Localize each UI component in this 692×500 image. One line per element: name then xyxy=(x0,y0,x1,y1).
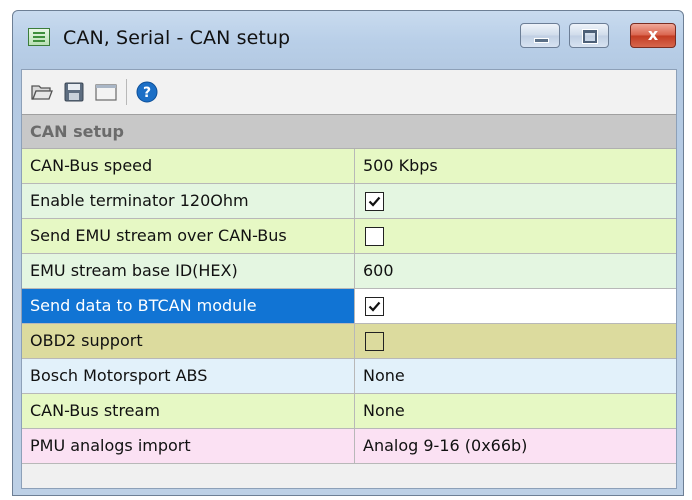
svg-text:?: ? xyxy=(143,85,151,101)
window-icon xyxy=(95,84,117,101)
property-row-emu-base-id[interactable]: EMU stream base ID(HEX) 600 xyxy=(22,254,676,289)
toolbar-separator xyxy=(126,79,127,105)
enable-terminator-checkbox[interactable] xyxy=(365,191,384,211)
save-button[interactable] xyxy=(62,81,86,103)
can-bus-stream-value[interactable]: None xyxy=(355,394,676,428)
property-row-bosch-abs[interactable]: Bosch Motorsport ABS None xyxy=(22,359,676,394)
property-row-can-bus-speed[interactable]: CAN-Bus speed 500 Kbps xyxy=(22,149,676,184)
property-label: OBD2 support xyxy=(22,324,355,358)
property-label: CAN-Bus speed xyxy=(22,149,355,183)
folder-open-icon xyxy=(31,85,53,100)
checkmark-icon xyxy=(368,301,381,312)
property-label-selected: Send data to BTCAN module xyxy=(22,289,355,323)
toolbar: ? xyxy=(22,70,676,114)
bosch-abs-value[interactable]: None xyxy=(355,359,676,393)
property-row-send-btcan[interactable]: Send data to BTCAN module xyxy=(22,289,676,324)
pmu-analogs-value[interactable]: Analog 9-16 (0x66b) xyxy=(355,429,676,463)
property-row-can-bus-stream[interactable]: CAN-Bus stream None xyxy=(22,394,676,429)
property-row-pmu-analogs[interactable]: PMU analogs import Analog 9-16 (0x66b) xyxy=(22,429,676,464)
title-bar[interactable]: CAN, Serial - CAN setup x xyxy=(13,11,683,63)
section-header[interactable]: CAN setup xyxy=(22,115,676,149)
property-label: EMU stream base ID(HEX) xyxy=(22,254,355,288)
property-label: PMU analogs import xyxy=(22,429,355,463)
open-button[interactable] xyxy=(30,81,54,103)
property-grid: CAN setup CAN-Bus speed 500 Kbps Enable … xyxy=(22,114,676,464)
property-value-cell xyxy=(355,184,676,218)
maximize-button[interactable] xyxy=(569,23,609,48)
property-label: Enable terminator 120Ohm xyxy=(22,184,355,218)
property-value-cell xyxy=(355,324,676,358)
maximize-icon xyxy=(582,29,598,44)
property-row-enable-terminator[interactable]: Enable terminator 120Ohm xyxy=(22,184,676,219)
send-btcan-checkbox[interactable] xyxy=(365,296,384,316)
property-row-send-emu-stream[interactable]: Send EMU stream over CAN-Bus xyxy=(22,219,676,254)
property-value-cell xyxy=(355,289,676,323)
send-emu-stream-checkbox[interactable] xyxy=(365,226,384,246)
can-bus-speed-value[interactable]: 500 Kbps xyxy=(355,149,676,183)
emu-base-id-value[interactable]: 600 xyxy=(355,254,676,288)
minimize-icon xyxy=(534,38,549,43)
window-client-area: ? CAN setup CAN-Bus speed 500 Kbps Enabl… xyxy=(21,69,677,489)
window-app-icon xyxy=(28,28,50,46)
property-row-obd2-support[interactable]: OBD2 support xyxy=(22,324,676,359)
minimize-button[interactable] xyxy=(520,23,560,48)
window-title: CAN, Serial - CAN setup xyxy=(63,27,291,49)
property-label: CAN-Bus stream xyxy=(22,394,355,428)
floppy-disk-icon xyxy=(64,82,84,102)
property-label: Send EMU stream over CAN-Bus xyxy=(22,219,355,253)
close-button[interactable]: x xyxy=(630,23,676,48)
can-setup-window: CAN, Serial - CAN setup x ? CAN setup CA… xyxy=(12,10,684,496)
help-icon: ? xyxy=(136,81,158,103)
obd2-support-checkbox[interactable] xyxy=(365,331,384,351)
close-icon: x xyxy=(647,25,659,44)
checkmark-icon xyxy=(368,196,381,207)
property-label: Bosch Motorsport ABS xyxy=(22,359,355,393)
property-value-cell xyxy=(355,219,676,253)
window-toggle-button[interactable] xyxy=(94,81,118,103)
help-button[interactable]: ? xyxy=(135,81,159,103)
